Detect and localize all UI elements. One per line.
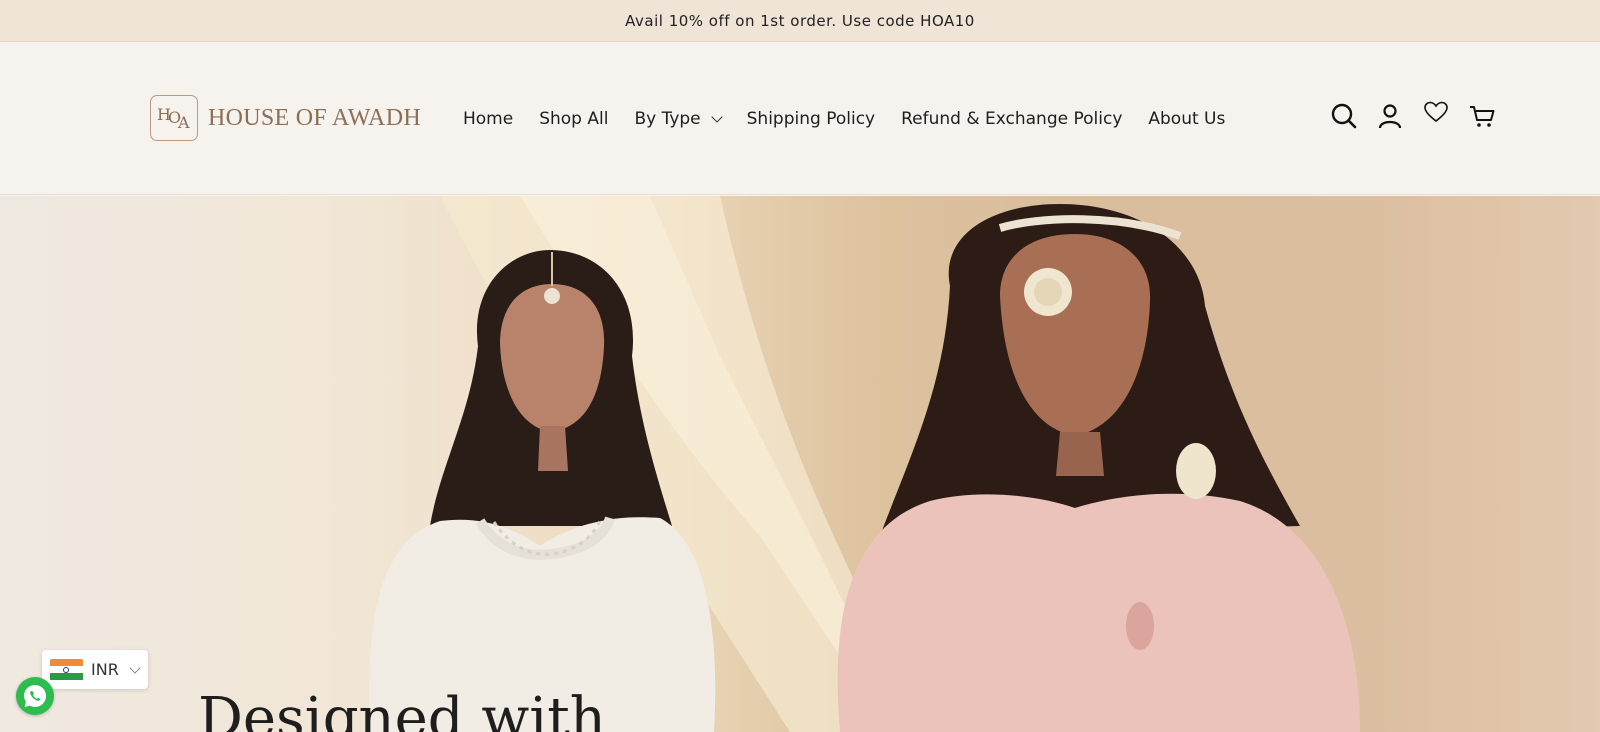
nav-by-type[interactable]: By Type bbox=[634, 109, 723, 129]
cart-icon[interactable] bbox=[1466, 100, 1498, 132]
announcement-bar: Avail 10% off on 1st order. Use code HOA… bbox=[0, 0, 1600, 42]
nav-home-label: Home bbox=[463, 109, 514, 129]
nav-refund-exchange[interactable]: Refund & Exchange Policy bbox=[901, 109, 1122, 129]
hero-heading: Designed with bbox=[198, 686, 606, 732]
nav-shipping-policy-label: Shipping Policy bbox=[746, 109, 876, 129]
nav-by-type-label: By Type bbox=[634, 109, 701, 129]
currency-code: INR bbox=[91, 660, 119, 679]
nav-about-us[interactable]: About Us bbox=[1148, 109, 1225, 129]
model-right bbox=[837, 204, 1360, 732]
header-icons bbox=[1328, 100, 1512, 132]
hero-image bbox=[369, 196, 1360, 732]
chevron-down-icon bbox=[710, 111, 723, 123]
logo-link[interactable]: H O A HOUSE OF AWADH bbox=[150, 95, 421, 141]
india-flag-icon bbox=[50, 658, 83, 681]
wishlist-heart-icon[interactable] bbox=[1420, 96, 1452, 128]
logo-mark-icon: H O A bbox=[150, 95, 198, 141]
hero-banner: Designed with bbox=[0, 196, 1600, 732]
search-icon[interactable] bbox=[1328, 100, 1360, 132]
site-header: H O A HOUSE OF AWADH Home Shop All By Ty… bbox=[0, 42, 1600, 195]
nav-about-us-label: About Us bbox=[1148, 109, 1226, 129]
announcement-text: Avail 10% off on 1st order. Use code HOA… bbox=[625, 11, 975, 30]
nav-shipping-policy[interactable]: Shipping Policy bbox=[747, 109, 875, 129]
nav-shop-all[interactable]: Shop All bbox=[539, 109, 608, 129]
chevron-down-icon bbox=[129, 661, 141, 674]
account-icon[interactable] bbox=[1374, 100, 1406, 132]
logo-text: HOUSE OF AWADH bbox=[208, 104, 421, 131]
nav-home[interactable]: Home bbox=[463, 109, 513, 129]
whatsapp-icon[interactable] bbox=[16, 677, 54, 715]
nav-shop-all-label: Shop All bbox=[539, 109, 609, 129]
currency-selector[interactable]: INR bbox=[42, 650, 148, 689]
nav-refund-exchange-label: Refund & Exchange Policy bbox=[901, 109, 1123, 129]
main-nav: Home Shop All By Type Shipping Policy Re… bbox=[463, 104, 1251, 134]
